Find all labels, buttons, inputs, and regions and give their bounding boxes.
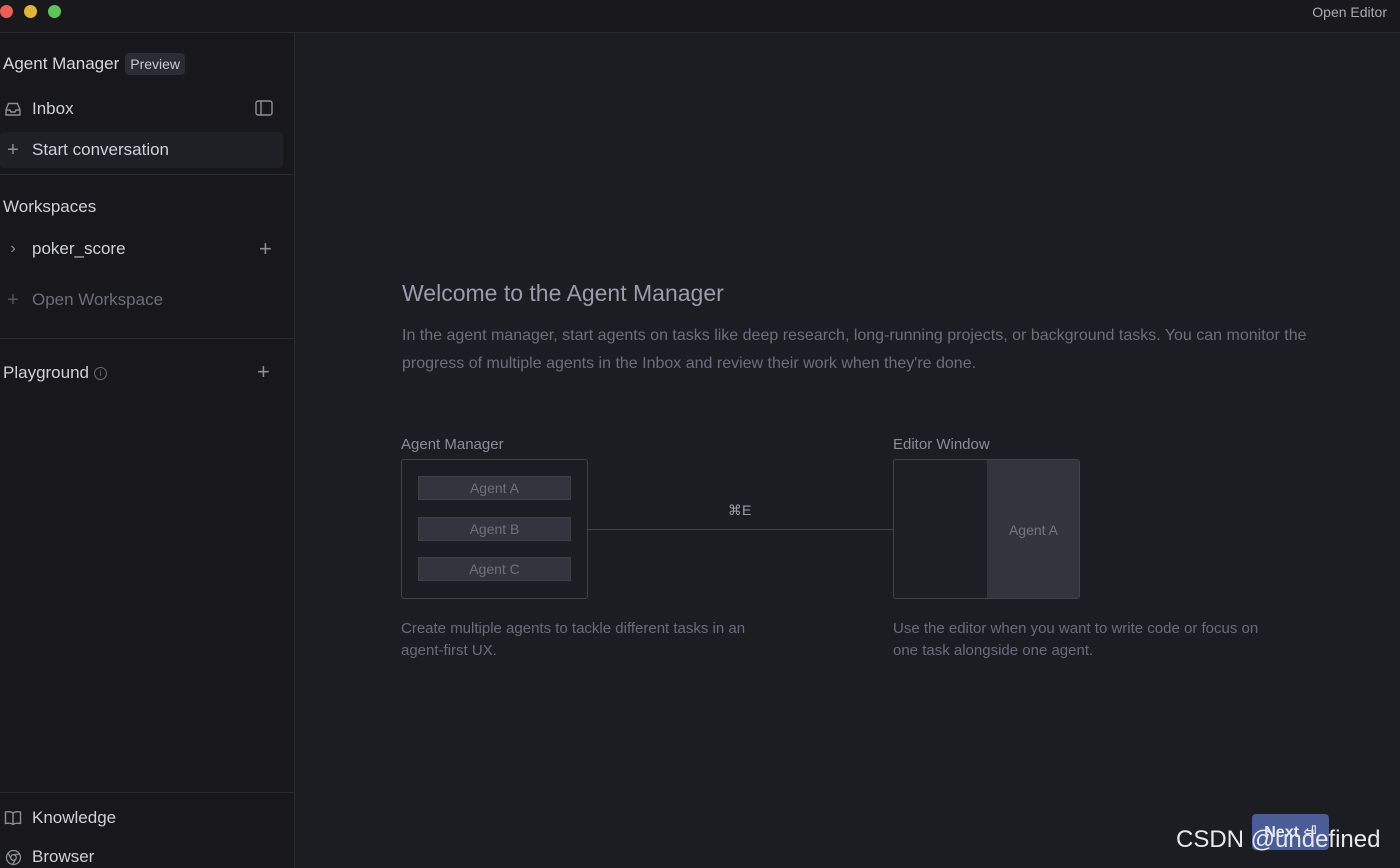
shortcut-label: ⌘E: [728, 502, 752, 518]
start-conversation-label: Start conversation: [32, 140, 170, 159]
zoom-window-button[interactable]: [48, 5, 61, 18]
book-icon: [0, 810, 26, 826]
editor-window-diagram-label: Editor Window: [893, 436, 990, 453]
welcome-title: Welcome to the Agent Manager: [402, 280, 724, 306]
open-workspace-label: Open Workspace: [32, 290, 164, 309]
workspaces-title: Workspaces: [3, 197, 97, 216]
title-bar: Open Editor: [0, 0, 1400, 33]
editor-window-caption: Use the editor when you want to write co…: [893, 620, 1259, 659]
agent-pill: Agent B: [418, 517, 571, 541]
preview-badge: Preview: [125, 53, 186, 75]
editor-window-diagram: Agent A: [893, 459, 1080, 599]
sidebar-item-label: Browser: [32, 847, 95, 866]
chevron-right-icon[interactable]: ›: [0, 240, 26, 258]
agent-manager-caption: Create multiple agents to tackle differe…: [401, 620, 746, 659]
welcome-description: In the agent manager, start agents on ta…: [402, 327, 1307, 372]
main-panel: Welcome to the Agent Manager In the agen…: [295, 33, 1400, 868]
divider: [0, 338, 294, 339]
plus-icon: +: [7, 288, 19, 311]
sidebar-item-browser[interactable]: Browser: [0, 839, 283, 868]
playground-title: Playground: [3, 363, 90, 382]
inbox-icon: [0, 101, 26, 117]
workspace-label: poker_score: [32, 239, 126, 258]
open-editor-button[interactable]: Open Editor: [1312, 4, 1387, 20]
agent-pill: Agent A: [418, 476, 571, 500]
sidebar-item-knowledge[interactable]: Knowledge: [0, 800, 283, 836]
sidebar: Agent Manager Preview Inbox + Start conv…: [0, 33, 295, 868]
watermark: CSDN @undefined: [1176, 826, 1381, 853]
workspace-item-poker-score[interactable]: › poker_score: [0, 231, 283, 267]
connector-line: [588, 529, 893, 530]
start-conversation-button[interactable]: + Start conversation: [0, 132, 283, 168]
add-playground-button[interactable]: +: [257, 361, 270, 383]
editor-agent-pane: Agent A: [987, 460, 1079, 598]
minimize-window-button[interactable]: [24, 5, 37, 18]
workspaces-heading: Workspaces: [3, 197, 96, 217]
chrome-icon: [0, 849, 26, 866]
plus-icon: +: [7, 138, 19, 161]
playground-heading: Playground i: [3, 363, 108, 383]
divider: [0, 174, 294, 175]
info-icon[interactable]: i: [94, 366, 108, 380]
sidebar-header: Agent Manager Preview: [3, 53, 186, 75]
sidebar-item-inbox[interactable]: Inbox: [0, 91, 283, 127]
open-workspace-button[interactable]: + Open Workspace: [0, 282, 283, 318]
agent-pill: Agent C: [418, 557, 571, 581]
sidebar-item-label: Knowledge: [32, 808, 117, 827]
agent-manager-diagram-label: Agent Manager: [401, 436, 504, 453]
close-window-button[interactable]: [0, 5, 13, 18]
add-to-workspace-button[interactable]: +: [259, 238, 272, 260]
sidebar-toggle-icon[interactable]: [255, 100, 273, 121]
sidebar-item-label: Inbox: [32, 99, 74, 118]
agent-manager-diagram: Agent A Agent B Agent C: [401, 459, 588, 599]
divider: [0, 792, 294, 793]
app-title: Agent Manager: [3, 54, 120, 73]
